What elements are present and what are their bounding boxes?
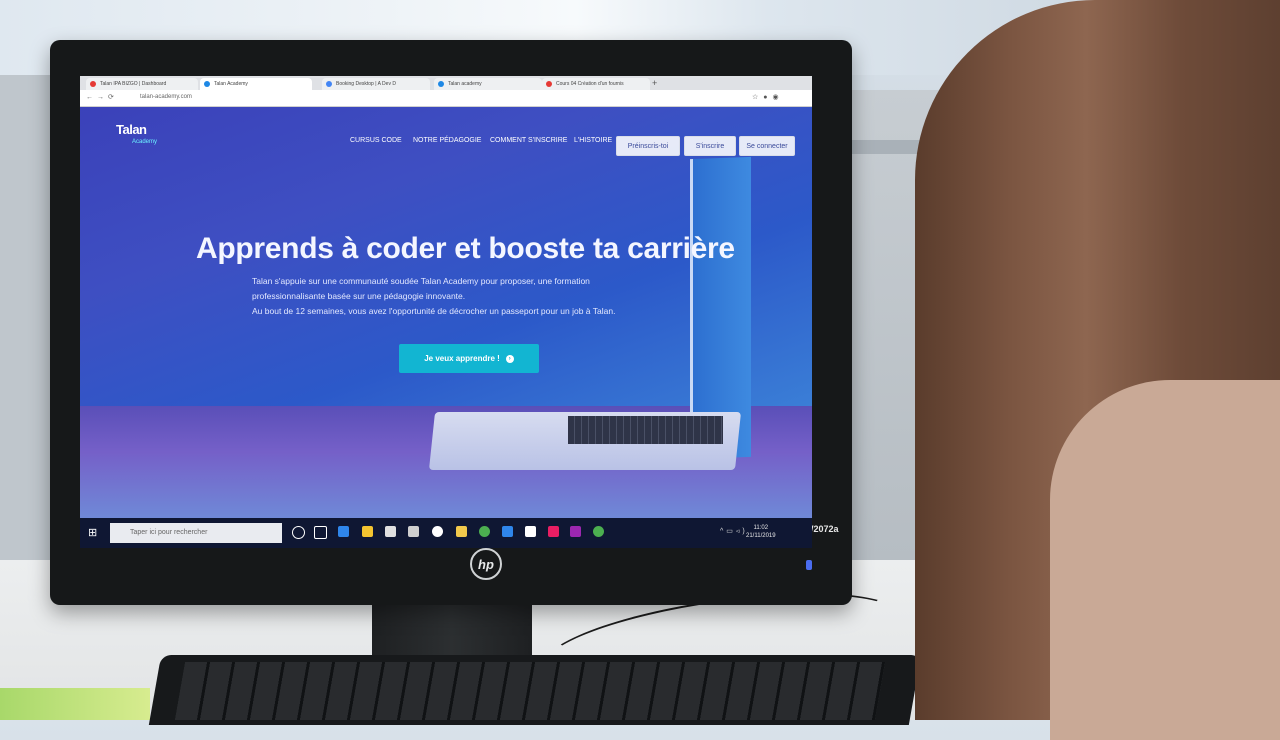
register-button[interactable]: S'inscrire: [684, 136, 736, 156]
arrow-right-icon: ›: [505, 354, 514, 363]
taskbar-app-icon[interactable]: [502, 526, 513, 537]
browser-tab-strip: Talan IPA BIZGO | Dashboard Talan Academ…: [80, 76, 812, 90]
browser-tab[interactable]: Booking Desktop | A Dev D: [322, 78, 430, 90]
keyboard-keys: [174, 662, 886, 720]
tab-label: Cours 04 Création d'un fournis: [556, 81, 624, 87]
login-button[interactable]: Se connecter: [739, 136, 795, 156]
browser-extension-icons[interactable]: ☆●◉: [752, 93, 784, 101]
tab-favicon-icon: [438, 81, 444, 87]
taskbar-app-icon[interactable]: [570, 526, 581, 537]
tab-favicon-icon: [90, 81, 96, 87]
nav-link-comment-sinscrire[interactable]: COMMENT S'INSCRIRE: [490, 137, 567, 144]
taskbar-app-icon[interactable]: [456, 526, 467, 537]
green-object: [0, 688, 150, 720]
address-bar: ←→⟳ talan-academy.com ☆●◉: [80, 90, 812, 107]
cta-label: Je veux apprendre !: [424, 354, 500, 363]
taskbar-app-icon[interactable]: [314, 526, 327, 539]
browser-tab[interactable]: Cours 04 Création d'un fournis: [542, 78, 650, 90]
url-field[interactable]: talan-academy.com: [140, 94, 192, 100]
taskbar-app-icon[interactable]: [292, 526, 305, 539]
tab-favicon-icon: [546, 81, 552, 87]
tab-label: Talan academy: [448, 81, 482, 87]
taskbar-app-icon[interactable]: [548, 526, 559, 537]
hp-logo: hp: [470, 548, 502, 580]
site-logo[interactable]: Talan: [116, 122, 147, 137]
nav-link-cursus-code[interactable]: CURSUS CODE: [350, 137, 402, 144]
taskbar-search-input[interactable]: Taper ici pour rechercher: [110, 523, 282, 543]
taskbar-clock[interactable]: 11:02 21/11/2019: [746, 524, 776, 540]
windows-start-icon[interactable]: ⊞: [88, 527, 100, 539]
windows-taskbar: ⊞ Taper ici pour rechercher ^▭◃) 11:02 2…: [80, 518, 812, 548]
taskbar-app-icon[interactable]: [479, 526, 490, 537]
hero-text-line: professionnalisante basée sur une pédago…: [252, 291, 466, 301]
tab-label: Booking Desktop | A Dev D: [336, 81, 396, 87]
browser-nav-icons[interactable]: ←→⟳: [86, 93, 118, 101]
tab-label: Talan Academy: [214, 81, 248, 87]
hero-text-line: Au bout de 12 semaines, vous avez l'oppo…: [252, 306, 616, 316]
browser-tab[interactable]: Talan academy: [434, 78, 542, 90]
tab-label: Talan IPA BIZGO | Dashboard: [100, 81, 167, 87]
preinscription-button[interactable]: Préinscris-toi: [616, 136, 680, 156]
cta-button[interactable]: Je veux apprendre ! ›: [399, 344, 539, 373]
monitor-screen: Talan IPA BIZGO | Dashboard Talan Academ…: [80, 76, 812, 548]
tab-favicon-icon: [204, 81, 210, 87]
nav-link-notre-pedagogie[interactable]: NOTRE PÉDAGOGIE: [413, 137, 481, 144]
hero-text-line: Talan s'appuie sur une communauté soudée…: [252, 276, 590, 286]
taskbar-date: 21/11/2019: [746, 533, 776, 539]
hero-laptop-keyboard: [568, 416, 723, 444]
site-logo-subtitle: Academy: [132, 139, 158, 145]
browser-tab[interactable]: Talan Academy: [200, 78, 312, 90]
taskbar-app-icon[interactable]: [385, 526, 396, 537]
browser-tab[interactable]: Talan IPA BIZGO | Dashboard: [86, 78, 198, 90]
power-led: [806, 560, 812, 570]
taskbar-app-icon[interactable]: [362, 526, 373, 537]
taskbar-app-icon[interactable]: [525, 526, 536, 537]
tab-favicon-icon: [326, 81, 332, 87]
taskbar-app-icon[interactable]: [432, 526, 443, 537]
taskbar-app-icon[interactable]: [408, 526, 419, 537]
hero-title: Apprends à coder et booste ta carrière: [196, 232, 735, 265]
taskbar-app-icon[interactable]: [338, 526, 349, 537]
nav-link-lhistoire[interactable]: L'HISTOIRE: [574, 137, 612, 144]
system-tray-icons[interactable]: ^▭◃): [720, 527, 748, 535]
taskbar-app-icon[interactable]: [593, 526, 604, 537]
taskbar-time: 11:02: [753, 525, 769, 531]
new-tab-icon[interactable]: +: [652, 78, 657, 88]
person-shoulder: [1050, 380, 1280, 740]
